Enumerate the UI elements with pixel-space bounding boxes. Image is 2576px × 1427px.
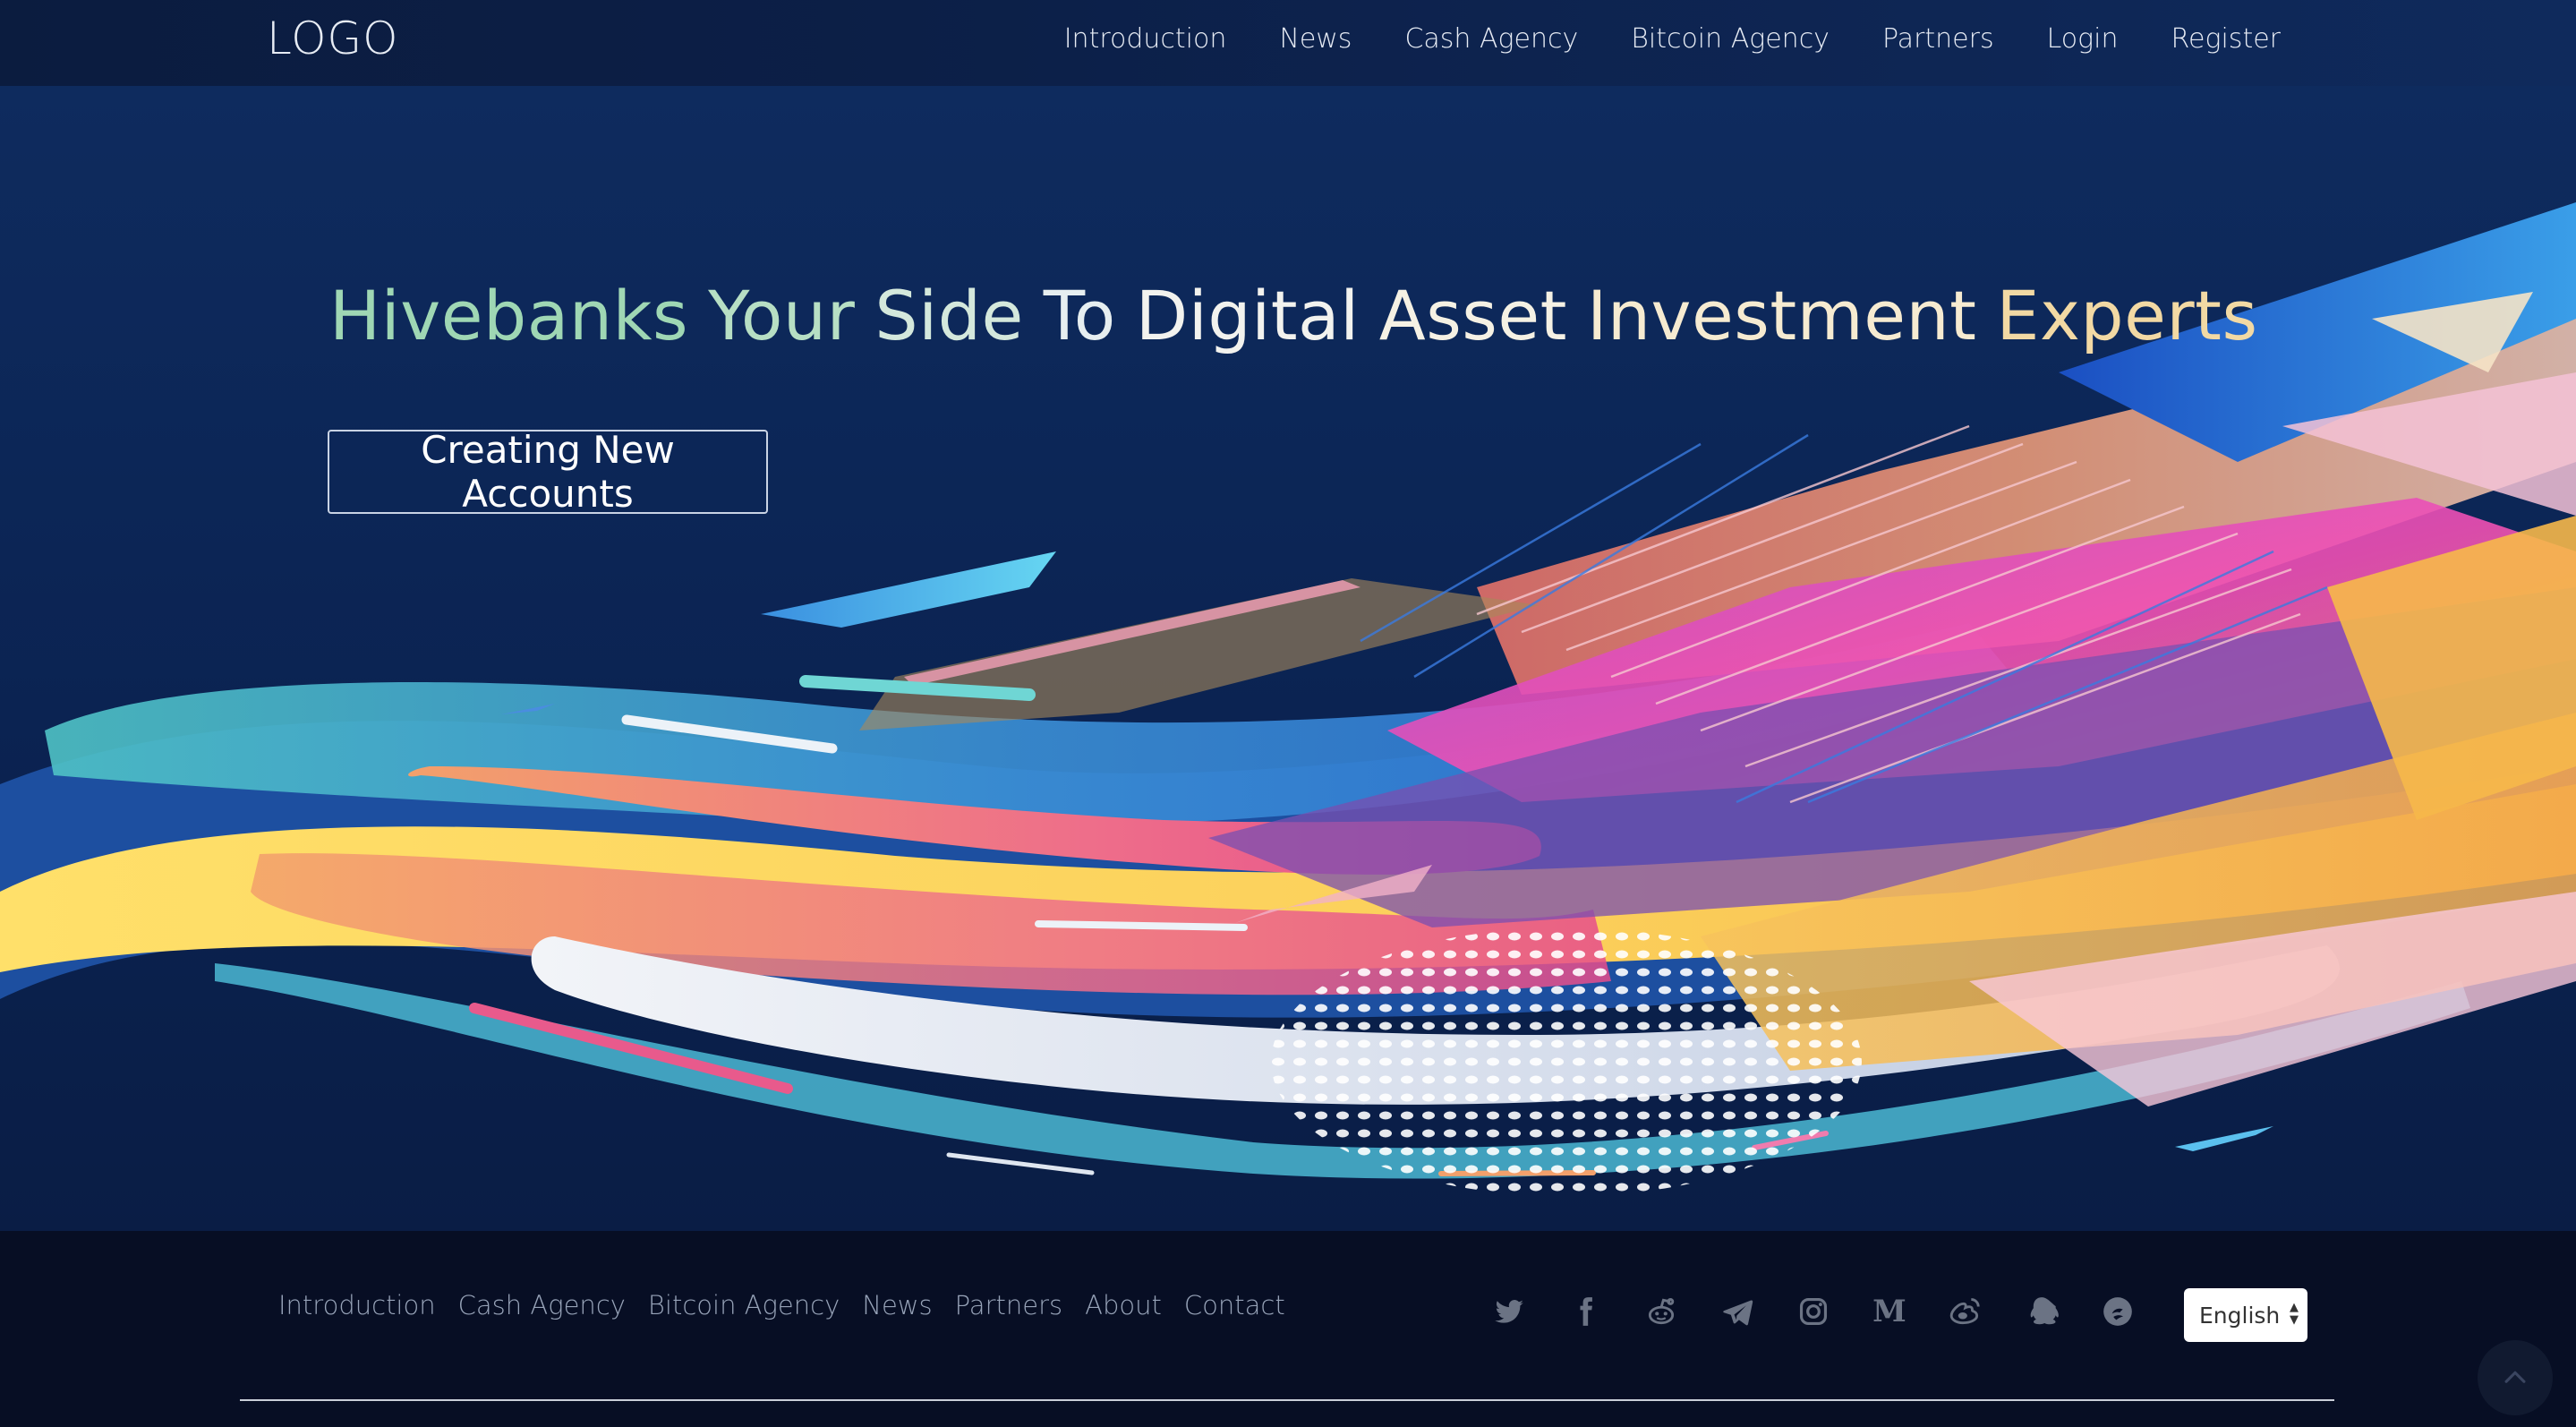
footer-link-about[interactable]: About — [1085, 1290, 1162, 1320]
hero-title-word: To — [1043, 276, 1116, 355]
logo[interactable]: LOGO — [267, 13, 399, 64]
facebook-icon[interactable] — [1567, 1294, 1603, 1329]
nav-news[interactable]: News — [1279, 23, 1352, 55]
language-select[interactable]: English ▲ ▼ — [2184, 1288, 2307, 1342]
twitter-icon[interactable] — [1491, 1294, 1527, 1329]
hero-title-word: Side — [874, 276, 1024, 355]
hero-title: Hivebanks Your Side To Digital Asset Investmen… — [329, 276, 2278, 355]
top-navbar: LOGO Introduction News Cash Agency Bitco… — [0, 0, 2576, 86]
nav-login[interactable]: Login — [2047, 23, 2119, 55]
wechat-icon[interactable] — [2100, 1294, 2136, 1329]
reddit-icon[interactable] — [1643, 1294, 1679, 1329]
footer-nav: Introduction Cash Agency Bitcoin Agency … — [278, 1290, 1285, 1320]
footer-link-bitcoin-agency[interactable]: Bitcoin Agency — [648, 1290, 840, 1320]
qq-icon[interactable] — [2024, 1294, 2060, 1329]
telegram-icon[interactable] — [1719, 1294, 1755, 1329]
footer-link-partners[interactable]: Partners — [955, 1290, 1063, 1320]
back-to-top-button[interactable] — [2478, 1340, 2553, 1415]
hero-illustration — [0, 202, 2576, 1196]
main-nav: Introduction News Cash Agency Bitcoin Ag… — [1064, 23, 2281, 55]
nav-register[interactable]: Register — [2171, 23, 2281, 55]
hero-title-word: Digital — [1135, 276, 1360, 355]
language-select-value: English — [2199, 1302, 2281, 1329]
weibo-icon[interactable] — [1948, 1294, 1983, 1329]
footer-link-news[interactable]: News — [862, 1290, 932, 1320]
hero-title-word: Experts — [1996, 276, 2258, 355]
hero-title-word: Asset — [1378, 276, 1567, 355]
create-account-button[interactable]: Creating New Accounts — [328, 428, 768, 516]
footer-divider — [240, 1399, 2334, 1401]
nav-partners[interactable]: Partners — [1882, 23, 1994, 55]
footer-link-contact[interactable]: Contact — [1184, 1290, 1285, 1320]
hero-title-word: Your — [708, 276, 856, 355]
medium-icon[interactable]: M — [1872, 1294, 1907, 1329]
nav-cash-agency[interactable]: Cash Agency — [1404, 23, 1578, 55]
hero-title-word: Hivebanks — [329, 276, 689, 355]
social-links: M — [1491, 1294, 2136, 1329]
footer-link-introduction[interactable]: Introduction — [278, 1290, 436, 1320]
footer: Introduction Cash Agency Bitcoin Agency … — [0, 1231, 2576, 1427]
hero-title-word: Investment — [1586, 276, 1977, 355]
footer-link-cash-agency[interactable]: Cash Agency — [458, 1290, 626, 1320]
nav-bitcoin-agency[interactable]: Bitcoin Agency — [1631, 23, 1830, 55]
select-arrows-icon: ▲ ▼ — [2290, 1301, 2299, 1327]
chevron-up-icon — [2504, 1371, 2526, 1383]
hero-banner: Hivebanks Your Side To Digital Asset Investmen… — [0, 86, 2576, 1231]
instagram-icon[interactable] — [1796, 1294, 1831, 1329]
nav-introduction[interactable]: Introduction — [1064, 23, 1227, 55]
